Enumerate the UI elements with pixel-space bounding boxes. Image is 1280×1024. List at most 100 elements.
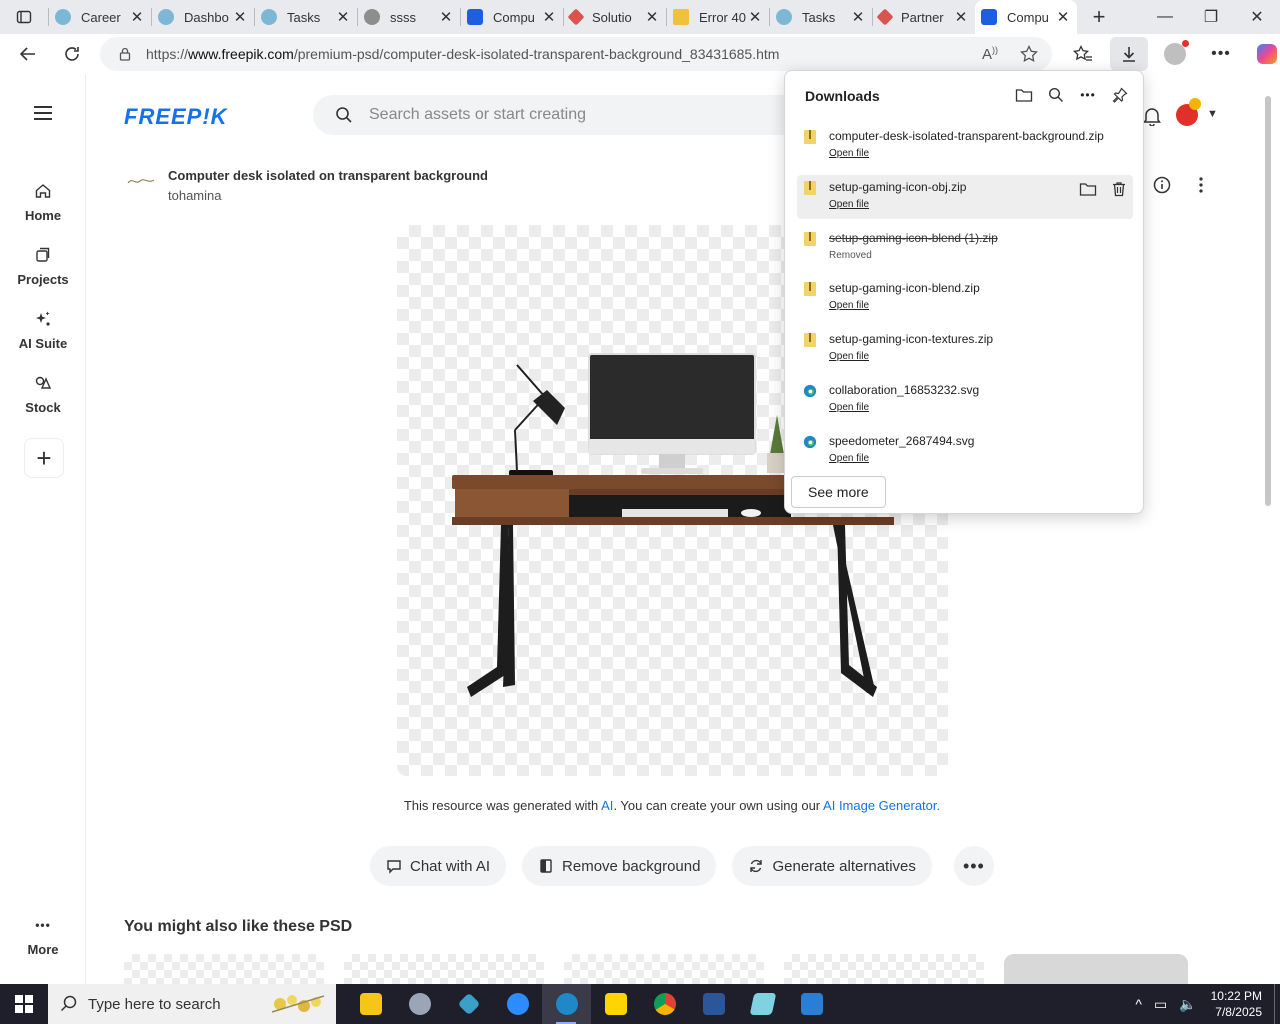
bell-icon[interactable] xyxy=(1143,106,1161,126)
downloads-button[interactable] xyxy=(1110,37,1148,71)
file-explorer-taskbar-icon[interactable] xyxy=(346,984,395,1024)
settings-more-button[interactable]: ••• xyxy=(1198,34,1244,74)
volume-icon[interactable]: 🔈 xyxy=(1179,996,1196,1013)
minimize-icon[interactable]: — xyxy=(1142,0,1188,34)
lock-icon[interactable] xyxy=(118,47,132,61)
rail-label: Stock xyxy=(25,400,61,415)
system-clock[interactable]: 10:22 PM 7/8/2025 xyxy=(1211,988,1262,1020)
refresh-button[interactable] xyxy=(50,34,94,74)
freepik-logo[interactable]: FREEP!K xyxy=(124,104,228,130)
browser-tab[interactable]: Solutio ✕ xyxy=(564,0,666,34)
open-file-link[interactable]: Open file xyxy=(829,453,869,464)
delete-trash-icon[interactable] xyxy=(1111,181,1127,197)
open-file-link[interactable]: Open file xyxy=(829,351,869,362)
browser-tab[interactable]: Error 40 ✕ xyxy=(667,0,769,34)
create-new-button[interactable]: + xyxy=(24,438,64,478)
rail-item-stock[interactable]: Stock xyxy=(0,374,86,415)
browser-tab[interactable]: Tasks ✕ xyxy=(770,0,872,34)
kebab-menu-icon[interactable] xyxy=(1194,176,1208,194)
author-logo[interactable] xyxy=(126,174,156,188)
profile-button[interactable] xyxy=(1152,34,1198,74)
tab-close-icon[interactable]: ✕ xyxy=(953,8,969,26)
tab-close-icon[interactable]: ✕ xyxy=(747,8,763,26)
download-item[interactable]: setup-gaming-icon-blend (1).zip Removed xyxy=(797,226,1133,270)
tab-close-icon[interactable]: ✕ xyxy=(232,8,248,26)
tab-close-icon[interactable]: ✕ xyxy=(1055,8,1071,26)
button-label: Remove background xyxy=(562,857,701,875)
close-window-icon[interactable]: ✕ xyxy=(1234,0,1280,34)
show-desktop-button[interactable] xyxy=(1274,984,1280,1024)
word-taskbar-icon[interactable] xyxy=(689,984,738,1024)
open-file-link[interactable]: Open file xyxy=(829,300,869,311)
network-icon[interactable]: ▭ xyxy=(1154,996,1167,1013)
app-taskbar-icon[interactable] xyxy=(738,984,787,1024)
zoom-taskbar-icon[interactable] xyxy=(493,984,542,1024)
app-taskbar-icon[interactable] xyxy=(395,984,444,1024)
favorite-star-icon[interactable] xyxy=(1020,45,1038,63)
chat-with-ai-button[interactable]: Chat with AI xyxy=(370,846,507,886)
tab-close-icon[interactable]: ✕ xyxy=(335,8,351,26)
open-file-link[interactable]: Open file xyxy=(829,148,869,159)
favorites-button[interactable] xyxy=(1060,34,1106,74)
download-item[interactable]: speedometer_2687494.svg Open file xyxy=(797,429,1133,473)
tab-close-icon[interactable]: ✕ xyxy=(438,8,454,26)
restore-icon[interactable]: ❐ xyxy=(1188,0,1234,34)
show-in-folder-icon[interactable] xyxy=(1079,181,1097,197)
tab-actions-menu[interactable] xyxy=(0,0,48,34)
download-item[interactable]: setup-gaming-icon-obj.zip Open file xyxy=(797,175,1133,219)
scrollbar-thumb[interactable] xyxy=(1265,96,1271,506)
download-item[interactable]: setup-gaming-icon-blend.zip Open file xyxy=(797,276,1133,320)
browser-tab[interactable]: ssss ✕ xyxy=(358,0,460,34)
open-file-link[interactable]: Open file xyxy=(829,402,869,413)
tab-close-icon[interactable]: ✕ xyxy=(644,8,660,26)
taskbar-search-input[interactable]: Type here to search xyxy=(48,984,336,1024)
asset-search-input[interactable]: Search assets or start creating xyxy=(313,95,833,135)
sticky-notes-taskbar-icon[interactable] xyxy=(591,984,640,1024)
tab-close-icon[interactable]: ✕ xyxy=(129,8,145,26)
more-actions-button[interactable]: ••• xyxy=(953,846,994,886)
back-button[interactable] xyxy=(6,34,50,74)
read-aloud-icon[interactable]: A)) xyxy=(982,45,998,63)
chevron-up-icon[interactable]: ^ xyxy=(1135,996,1142,1013)
rail-item-projects[interactable]: Projects xyxy=(0,246,86,287)
browser-tab[interactable]: Tasks ✕ xyxy=(255,0,357,34)
info-icon[interactable] xyxy=(1153,176,1171,194)
ai-image-generator-link[interactable]: AI Image Generator xyxy=(823,798,936,813)
remove-background-button[interactable]: Remove background xyxy=(522,846,717,886)
photos-taskbar-icon[interactable] xyxy=(787,984,836,1024)
copilot-button[interactable] xyxy=(1244,34,1280,74)
download-item[interactable]: setup-gaming-icon-textures.zip Open file xyxy=(797,327,1133,371)
rail-item-home[interactable]: Home xyxy=(0,182,86,223)
open-file-link[interactable]: Open file xyxy=(829,199,869,210)
tab-close-icon[interactable]: ✕ xyxy=(850,8,866,26)
page-scrollbar[interactable] xyxy=(1263,84,1273,984)
tab-close-icon[interactable]: ✕ xyxy=(541,8,557,26)
browser-tab[interactable]: Career ✕ xyxy=(49,0,151,34)
hamburger-menu-icon[interactable] xyxy=(34,106,52,124)
ai-link[interactable]: AI xyxy=(601,798,613,813)
rail-item-ai-suite[interactable]: AI Suite xyxy=(0,310,86,351)
generate-alternatives-button[interactable]: Generate alternatives xyxy=(732,846,932,886)
download-item[interactable]: computer-desk-isolated-transparent-backg… xyxy=(797,124,1133,168)
new-tab-button[interactable]: + xyxy=(1077,0,1121,34)
rail-item-more[interactable]: ••• More xyxy=(0,918,86,957)
browser-tab[interactable]: Partner ✕ xyxy=(873,0,975,34)
download-item[interactable]: collaboration_16853232.svg Open file xyxy=(797,378,1133,422)
edge-file-icon xyxy=(803,435,817,449)
browser-tab[interactable]: Dashbo ✕ xyxy=(152,0,254,34)
see-more-button[interactable]: See more xyxy=(791,476,886,508)
more-options-icon[interactable]: ••• xyxy=(1079,85,1097,105)
app-taskbar-icon[interactable] xyxy=(444,984,493,1024)
edge-taskbar-icon[interactable] xyxy=(542,984,591,1024)
browser-tab-active[interactable]: Compu ✕ xyxy=(975,0,1077,34)
asset-author-link[interactable]: tohamina xyxy=(168,188,221,203)
chrome-taskbar-icon[interactable] xyxy=(640,984,689,1024)
browser-tab[interactable]: Compu ✕ xyxy=(461,0,563,34)
tab-label: Partner xyxy=(901,9,944,25)
start-button[interactable] xyxy=(0,984,48,1024)
search-downloads-icon[interactable] xyxy=(1047,85,1065,105)
address-bar[interactable]: https://www.freepik.com/premium-psd/comp… xyxy=(100,37,1052,71)
pin-icon[interactable] xyxy=(1111,85,1129,105)
chevron-down-icon[interactable]: ▼ xyxy=(1207,108,1218,120)
open-downloads-folder-icon[interactable] xyxy=(1015,85,1033,105)
